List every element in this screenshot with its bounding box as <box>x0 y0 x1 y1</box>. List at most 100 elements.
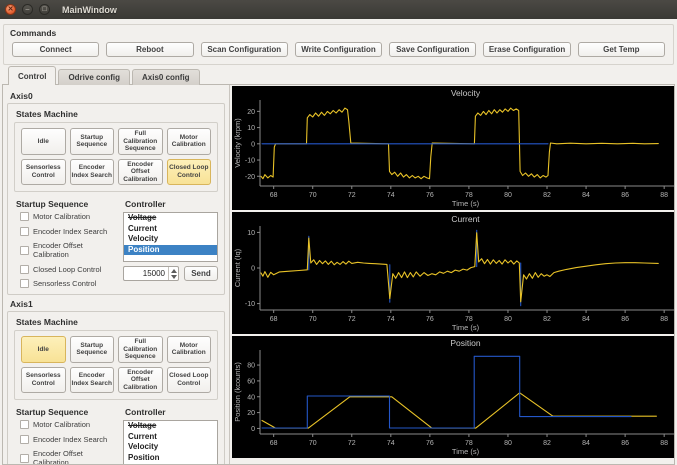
axis1-option-velocity[interactable]: Velocity <box>124 442 217 453</box>
axis1-option-position[interactable]: Position <box>124 453 217 464</box>
svg-text:40: 40 <box>247 394 255 401</box>
axis0-states-machine-label: States Machine <box>16 109 78 119</box>
axis0-body: States Machine Idle Startup Sequence Ful… <box>7 103 225 295</box>
maximize-icon: □ <box>42 6 47 13</box>
window-minimize-button[interactable]: – <box>22 4 33 15</box>
svg-text:76: 76 <box>426 316 434 323</box>
main-window: ✕ – □ MainWindow Commands Connect Reboot… <box>0 0 677 465</box>
checkbox-label: Motor Calibration <box>33 212 91 221</box>
svg-text:20: 20 <box>247 410 255 417</box>
axis0-sensorless-control-checkbox-row: Sensorless Control <box>20 279 115 288</box>
svg-text:76: 76 <box>426 440 434 447</box>
velocity-plot: Velocity Velocity (krpm) 68 70 72 74 76 78 80 82 8… <box>232 86 674 210</box>
axis1-states-grid: Idle Startup Sequence Full Calibration S… <box>21 336 211 393</box>
checkbox-icon[interactable] <box>20 226 29 236</box>
axis0-option-position[interactable]: Position <box>124 244 217 255</box>
connect-button[interactable]: Connect <box>12 42 100 57</box>
checkbox-icon[interactable] <box>20 245 29 255</box>
axis0-sensorless-control-button[interactable]: Sensorless Control <box>21 158 66 185</box>
axis0-closed-loop-control-button[interactable]: Closed Loop Control <box>166 158 211 185</box>
tab-axis0-config[interactable]: Axis0 config <box>132 69 200 85</box>
spin-up-icon[interactable] <box>170 268 177 273</box>
axis1-encoder-offset-calibration-button[interactable]: Encoder Offset Calibration <box>118 366 163 393</box>
axis0-states-grid: Idle Startup Sequence Full Calibration S… <box>21 128 211 185</box>
svg-text:84: 84 <box>582 440 590 447</box>
checkbox-icon[interactable] <box>20 212 29 221</box>
commands-group: Commands Connect Reboot Scan Configurati… <box>3 24 674 65</box>
spin-down-icon[interactable] <box>170 274 177 279</box>
svg-text:88: 88 <box>660 192 668 199</box>
svg-text:10: 10 <box>247 125 255 132</box>
erase-configuration-button[interactable]: Erase Configuration <box>483 42 571 57</box>
write-configuration-button[interactable]: Write Configuration <box>294 42 383 57</box>
axis1-sensorless-control-button[interactable]: Sensorless Control <box>21 366 66 393</box>
axis0-spin-row: 15000 Send <box>123 266 218 281</box>
svg-text:-20: -20 <box>245 174 255 181</box>
checkbox-icon[interactable] <box>20 453 29 463</box>
axis0-encoder-index-search-button[interactable]: Encoder Index Search <box>69 158 114 185</box>
axis0-option-velocity[interactable]: Velocity <box>124 234 217 245</box>
axis1-encoder-offset-calibration-checkbox-row: Encoder Offset Calibration <box>20 449 115 464</box>
axis1-body: States Machine Idle Startup Sequence Ful… <box>7 311 225 464</box>
axis0-option-current[interactable]: Current <box>124 224 217 235</box>
svg-text:Position (kcounts): Position (kcounts) <box>233 362 242 422</box>
axis0-motor-calibration-button[interactable]: Motor Calibration <box>166 128 211 155</box>
scan-configuration-button[interactable]: Scan Configuration <box>200 42 288 57</box>
axis1-encoder-index-search-checkbox-row: Encoder Index Search <box>20 434 115 444</box>
window-maximize-button[interactable]: □ <box>39 4 50 15</box>
svg-text:Velocity (krpm): Velocity (krpm) <box>233 118 242 168</box>
axis0-full-calibration-sequence-button[interactable]: Full Calibration Sequence <box>118 128 163 155</box>
svg-text:82: 82 <box>543 316 551 323</box>
axis0-option-voltage[interactable]: Voltage <box>124 213 217 224</box>
checkbox-label: Encoder Index Search <box>33 226 108 236</box>
axis0-value-spinbox[interactable]: 15000 <box>123 266 179 281</box>
checkbox-icon[interactable] <box>20 420 29 429</box>
axis1-closed-loop-control-button[interactable]: Closed Loop Control <box>166 366 211 393</box>
axis1-option-voltage[interactable]: Voltage <box>124 421 217 432</box>
checkbox-label: Encoder Offset Calibration <box>33 449 83 464</box>
svg-text:80: 80 <box>247 363 255 370</box>
control-tab-panel: Axis0 States Machine Idle Startup Sequen… <box>2 84 675 465</box>
tab-odrive-config[interactable]: Odrive config <box>58 69 130 85</box>
axis1-startup-sequence-column: Startup Sequence Motor Calibration Encod… <box>14 406 115 464</box>
axis0-startup-sequence-button[interactable]: Startup Sequence <box>69 128 114 155</box>
tab-control[interactable]: Control <box>8 66 57 85</box>
axis0-spinner-buttons[interactable] <box>168 267 178 280</box>
axis0-states-machine-box: Idle Startup Sequence Full Calibration S… <box>14 122 218 192</box>
svg-text:0: 0 <box>251 266 255 273</box>
titlebar: ✕ – □ MainWindow <box>0 0 677 19</box>
get-temp-button[interactable]: Get Temp <box>577 42 665 57</box>
minimize-icon: – <box>25 6 30 13</box>
svg-text:84: 84 <box>582 192 590 199</box>
checkbox-icon[interactable] <box>20 279 29 288</box>
svg-text:Current: Current <box>451 214 480 224</box>
axis0-startup-sequence-column: Startup Sequence Motor Calibration Encod… <box>14 198 115 288</box>
axis1-idle-button[interactable]: Idle <box>21 336 66 363</box>
tab-bar: Control Odrive config Axis0 config <box>8 66 202 85</box>
position-plot: Position Position (kcounts) 68 70 72 74 76 78 80… <box>232 336 674 458</box>
current-plot: Current Current (Iq) 68 70 72 74 76 78 80 82 84 86 8… <box>232 212 674 334</box>
svg-text:72: 72 <box>348 440 356 447</box>
axis0-encoder-offset-calibration-button[interactable]: Encoder Offset Calibration <box>118 158 163 185</box>
checkbox-icon[interactable] <box>20 264 29 274</box>
window-title: MainWindow <box>62 4 117 15</box>
axis1-encoder-index-search-button[interactable]: Encoder Index Search <box>69 366 114 393</box>
axes-panel: Axis0 States Machine Idle Startup Sequen… <box>3 85 230 464</box>
axis1-option-current[interactable]: Current <box>124 432 217 443</box>
reboot-button[interactable]: Reboot <box>106 42 194 57</box>
window-close-button[interactable]: ✕ <box>5 4 16 15</box>
axis1-full-calibration-sequence-button[interactable]: Full Calibration Sequence <box>118 336 163 363</box>
plots-area: Velocity Velocity (krpm) 68 70 72 74 76 78 80 82 8… <box>231 85 674 464</box>
svg-text:88: 88 <box>660 316 668 323</box>
svg-text:68: 68 <box>270 316 278 323</box>
axis1-motor-calibration-button[interactable]: Motor Calibration <box>166 336 211 363</box>
axis1-startup-sequence-button[interactable]: Startup Sequence <box>69 336 114 363</box>
checkbox-icon[interactable] <box>20 434 29 444</box>
save-configuration-button[interactable]: Save Configuration <box>389 42 477 57</box>
close-icon: ✕ <box>7 6 14 13</box>
axis0-send-button[interactable]: Send <box>184 266 218 281</box>
axis0-idle-button[interactable]: Idle <box>21 128 66 155</box>
axis0-checkbox-list: Motor Calibration Encoder Index Search E… <box>20 212 115 288</box>
svg-text:Position: Position <box>450 338 481 348</box>
svg-text:78: 78 <box>465 440 473 447</box>
